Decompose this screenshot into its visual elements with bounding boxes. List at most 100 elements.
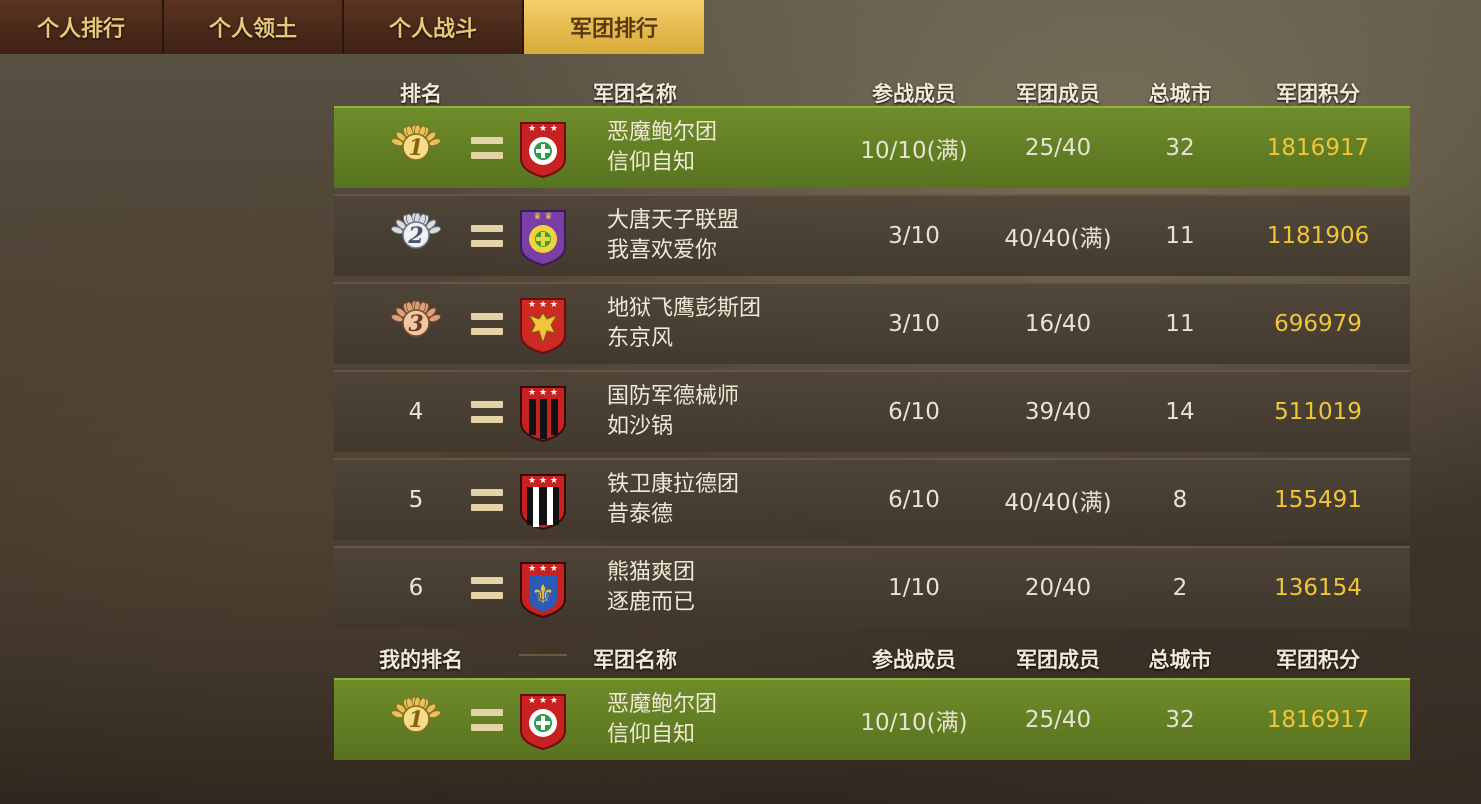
legion-row[interactable]: 4 ★ ★ ★ 国防军德械师 如沙锅 6/10 39/40 14 511019 <box>334 370 1410 452</box>
rank-unchanged-icon <box>469 196 505 276</box>
my-ranking-header: 我的排名 军团名称 参战成员 军团成员 总城市 军团积分 <box>334 636 1410 676</box>
rank-cell: 3 <box>376 284 456 364</box>
legion-name: 恶魔鲍尔团 <box>607 120 718 145</box>
legion-leader: 东京风 <box>607 326 674 351</box>
cities-value: 11 <box>1165 223 1195 249</box>
cities-value: 11 <box>1165 311 1195 337</box>
tab-personal-battle[interactable]: 个人战斗 <box>344 0 524 54</box>
participants-value: 10/10(满) <box>860 138 968 164</box>
svg-text:1: 1 <box>408 135 423 161</box>
legion-name-block: 铁卫康拉德团 昔泰德 <box>607 470 739 530</box>
legion-row[interactable]: 1 ★ ★ ★ 恶魔鲍尔团 信仰自知 10/10(满) 25/40 32 181… <box>334 678 1410 760</box>
svg-text:♛ ♛: ♛ ♛ <box>534 212 553 222</box>
legion-leader: 信仰自知 <box>607 150 696 175</box>
legion-row[interactable]: 3 ★ ★ ★ 地狱飞鹰彭斯团 东京风 3/10 16/40 11 696979 <box>334 282 1410 364</box>
rank-number: 5 <box>408 487 424 513</box>
members-value: 40/40(满) <box>1004 226 1112 252</box>
score-value: 511019 <box>1274 399 1362 425</box>
legion-emblem-icon: ★ ★ ★ <box>515 372 571 452</box>
table-header: 排名 军团名称 参战成员 军团成员 总城市 军团积分 <box>334 70 1410 110</box>
header-my-participants: 参战成员 <box>872 648 956 672</box>
cities-value: 2 <box>1172 575 1188 601</box>
header-divider <box>519 654 567 656</box>
rank-cell: 2 <box>376 196 456 276</box>
rank-cell: 1 <box>376 108 456 188</box>
legion-row[interactable]: 5 ★ ★ ★ 铁卫康拉德团 昔泰德 6/10 40/40(满) 8 15549… <box>334 458 1410 540</box>
header-rank: 排名 <box>400 82 442 106</box>
cities-value: 32 <box>1165 135 1195 161</box>
participants-value: 3/10 <box>888 311 940 337</box>
rank-unchanged-icon <box>469 108 505 188</box>
legion-row[interactable]: 2 ♛ ♛ 大唐天子联盟 我喜欢爱你 3/10 40/40(满) 11 1181… <box>334 194 1410 276</box>
svg-text:★ ★ ★: ★ ★ ★ <box>528 476 558 486</box>
legion-name-block: 恶魔鲍尔团 信仰自知 <box>607 690 717 750</box>
members-value: 40/40(满) <box>1004 490 1112 516</box>
legion-leader: 昔泰德 <box>607 502 674 527</box>
rank-number: 6 <box>408 575 424 601</box>
legion-name-block: 地狱飞鹰彭斯团 东京风 <box>607 294 761 354</box>
tab-personal-territory[interactable]: 个人领土 <box>164 0 344 54</box>
legion-leader: 逐鹿而已 <box>607 590 696 615</box>
cities-value: 8 <box>1172 487 1188 513</box>
svg-text:★ ★ ★: ★ ★ ★ <box>528 388 558 398</box>
cities-value: 32 <box>1165 707 1195 733</box>
cities-value: 14 <box>1165 399 1195 425</box>
legion-name-block: 熊猫爽团 逐鹿而已 <box>607 558 695 618</box>
legion-emblem-icon: ★ ★ ★ <box>515 284 571 364</box>
svg-text:2: 2 <box>407 223 423 249</box>
rank-unchanged-icon <box>469 548 505 628</box>
rank-unchanged-icon <box>469 680 505 760</box>
legion-name: 铁卫康拉德团 <box>607 472 740 497</box>
legion-leader: 我喜欢爱你 <box>607 238 718 263</box>
legion-emblem-icon: ★ ★ ★ <box>515 460 571 540</box>
legion-emblem-icon: ★ ★ ★ <box>515 108 571 188</box>
rank-cell: 5 <box>376 460 456 540</box>
score-value: 696979 <box>1274 311 1362 337</box>
bronze-medal-icon: 3 <box>387 300 445 348</box>
silver-medal-icon: 2 <box>387 212 445 260</box>
legion-emblem-icon: ★ ★ ★ <box>515 680 571 760</box>
legion-name-block: 大唐天子联盟 我喜欢爱你 <box>607 206 739 266</box>
svg-text:★ ★ ★: ★ ★ ★ <box>528 564 558 574</box>
tab-personal-ranking[interactable]: 个人排行 <box>0 0 164 54</box>
score-value: 1816917 <box>1266 707 1370 733</box>
score-value: 1181906 <box>1266 223 1370 249</box>
members-value: 25/40 <box>1024 707 1092 733</box>
legion-name: 地狱飞鹰彭斯团 <box>607 296 762 321</box>
score-value: 1816917 <box>1266 135 1370 161</box>
legion-name: 熊猫爽团 <box>607 560 696 585</box>
header-legion-name: 军团名称 <box>593 82 677 106</box>
score-value: 136154 <box>1274 575 1362 601</box>
header-my-members: 军团成员 <box>1016 648 1100 672</box>
legion-emblem-icon: ♛ ♛ <box>515 196 571 276</box>
header-cities: 总城市 <box>1148 82 1212 106</box>
svg-text:⚜: ⚜ <box>531 580 554 610</box>
legion-name-block: 恶魔鲍尔团 信仰自知 <box>607 118 717 178</box>
header-my-score: 军团积分 <box>1276 648 1360 672</box>
legion-row[interactable]: 1 ★ ★ ★ 恶魔鲍尔团 信仰自知 10/10(满) 25/40 32 181… <box>334 106 1410 188</box>
tab-bar: 个人排行 个人领土 个人战斗 军团排行 <box>0 0 722 54</box>
rank-cell: 1 <box>376 680 456 760</box>
rank-cell: 4 <box>376 372 456 452</box>
header-participants: 参战成员 <box>872 82 956 106</box>
legion-name: 国防军德械师 <box>607 384 740 409</box>
legion-name: 大唐天子联盟 <box>607 208 740 233</box>
members-value: 16/40 <box>1024 311 1092 337</box>
legion-name: 恶魔鲍尔团 <box>607 692 718 717</box>
header-my-legion-name: 军团名称 <box>593 648 677 672</box>
header-my-rank: 我的排名 <box>379 648 463 672</box>
svg-text:★ ★ ★: ★ ★ ★ <box>528 696 558 706</box>
gold-medal-icon: 1 <box>387 696 445 744</box>
tab-legion-ranking[interactable]: 军团排行 <box>524 0 704 54</box>
rank-unchanged-icon <box>469 460 505 540</box>
rank-number: 4 <box>408 399 424 425</box>
rank-cell: 6 <box>376 548 456 628</box>
participants-value: 6/10 <box>888 487 940 513</box>
legion-leader: 信仰自知 <box>607 722 696 747</box>
svg-text:1: 1 <box>408 707 423 733</box>
score-value: 155491 <box>1274 487 1362 513</box>
members-value: 20/40 <box>1024 575 1092 601</box>
legion-name-block: 国防军德械师 如沙锅 <box>607 382 739 442</box>
legion-row[interactable]: 6 ★ ★ ★ ⚜ 熊猫爽团 逐鹿而已 1/10 20/40 2 136154 <box>334 546 1410 628</box>
participants-value: 3/10 <box>888 223 940 249</box>
